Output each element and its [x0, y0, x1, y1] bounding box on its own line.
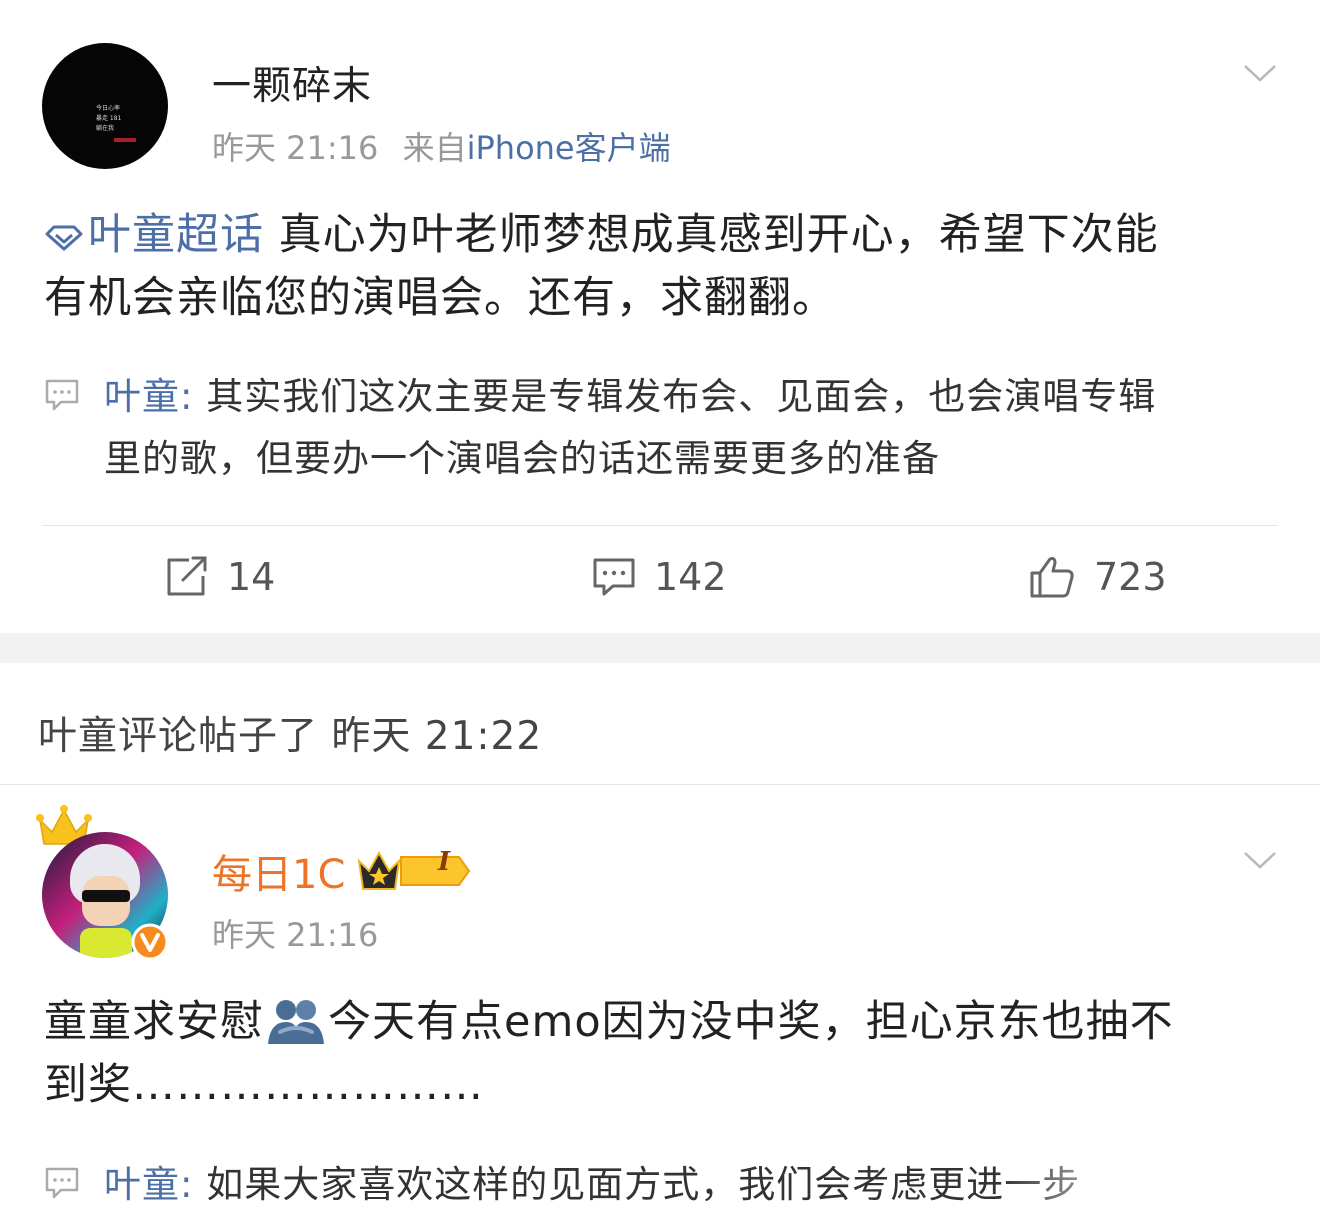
reply-author[interactable]: 叶童	[104, 375, 180, 418]
comment-button[interactable]: 142	[592, 555, 727, 599]
divider	[0, 784, 1320, 785]
hug-emoji-icon	[268, 1000, 324, 1044]
author-reply[interactable]: 叶童: 其实我们这次主要是专辑发布会、见面会，也会演唱专辑 里的歌，但要办一个演…	[104, 366, 1294, 490]
avatar[interactable]: 今日心率 暴走 181 躺在我	[42, 43, 168, 169]
content-line-2: 有机会亲临您的演唱会。还有，求翻翻。	[44, 273, 836, 323]
user-name[interactable]: 每日1C	[212, 842, 345, 900]
user-name-row: 每日1C I	[212, 842, 473, 900]
comment-count: 142	[654, 555, 727, 599]
content-line-1a: 童童求安慰	[44, 997, 264, 1047]
post-content: 叶童超话 真心为叶老师梦想成真感到开心，希望下次能 有机会亲临您的演唱会。还有，…	[44, 204, 1284, 330]
like-count: 723	[1094, 555, 1167, 599]
repost-count: 14	[227, 555, 276, 599]
comment-icon	[593, 558, 635, 596]
like-button[interactable]: 723	[1028, 555, 1167, 599]
repost-button[interactable]: 14	[165, 555, 275, 599]
avatar-red-mark	[114, 138, 136, 142]
avatar-shirt	[80, 928, 132, 958]
post-source[interactable]: iPhone客户端	[467, 129, 671, 167]
reply-author[interactable]: 叶童	[104, 1163, 180, 1206]
fade-overlay	[1000, 1140, 1320, 1230]
content-line-1: 真心为叶老师梦想成真感到开心，希望下次能	[278, 210, 1159, 260]
avatar-text-1: 今日心率	[96, 105, 121, 112]
post-content: 童童求安慰 今天有点emo因为没中奖，担心京东也抽不 到奖……………………	[44, 991, 1284, 1117]
divider	[42, 525, 1278, 526]
chevron-down-icon[interactable]	[1243, 56, 1277, 90]
vip-badge-icon[interactable]	[355, 847, 473, 895]
activity-notice: 叶童评论帖子了 昨天 21:22	[38, 714, 543, 759]
chevron-down-icon[interactable]	[1243, 843, 1277, 877]
comment-icon	[45, 1167, 79, 1199]
comment-icon	[45, 379, 79, 411]
like-icon	[1030, 557, 1074, 598]
post-time: 昨天 21:16	[212, 129, 379, 167]
post-time: 昨天 21:16	[212, 916, 379, 954]
avatar-glasses	[82, 890, 130, 902]
user-name[interactable]: 一颗碎末	[212, 55, 372, 111]
content-line-2: 到奖……………………	[44, 1060, 484, 1110]
content-line-1b: 今天有点emo因为没中奖，担心京东也抽不	[328, 997, 1174, 1047]
avatar-text-2: 暴走 181	[96, 115, 122, 122]
from-prefix: 来自	[402, 129, 467, 167]
avatar-text-3: 躺在我	[96, 125, 115, 132]
reply-line-1: 其实我们这次主要是专辑发布会、见面会，也会演唱专辑	[206, 375, 1157, 418]
vip-level: I	[438, 847, 451, 877]
post-meta: 昨天 21:16 来自iPhone客户端	[212, 123, 671, 169]
diamond-icon	[45, 225, 83, 250]
verified-icon	[131, 923, 169, 961]
topic-link[interactable]: 叶童超话	[44, 210, 264, 260]
reply-line-2: 里的歌，但要办一个演唱会的话还需要更多的准备	[104, 437, 940, 480]
reply-line-1: 如果大家喜欢这样的见面方式，我们会考虑更进一步	[206, 1163, 1081, 1206]
section-separator	[0, 633, 1320, 663]
repost-icon	[167, 556, 207, 596]
topic-label: 叶童超话	[88, 210, 264, 260]
